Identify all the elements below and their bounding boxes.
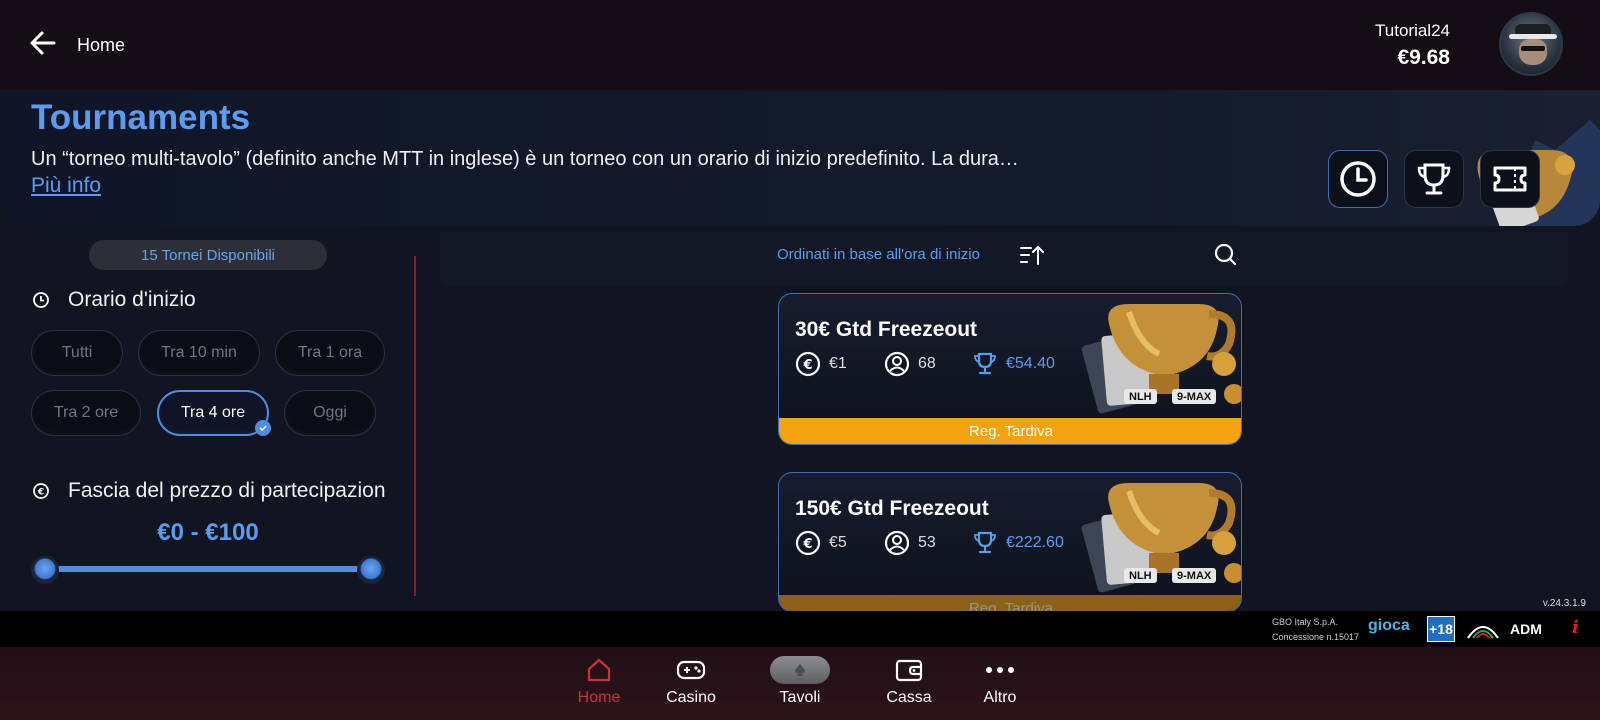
home-icon — [587, 658, 611, 682]
company-name: GBO Italy S.p.A. — [1272, 617, 1339, 627]
panel-divider — [414, 256, 416, 596]
info-icon[interactable]: i — [1572, 617, 1579, 638]
tab-ticket[interactable] — [1480, 150, 1540, 208]
nav-cassa[interactable]: Cassa — [869, 655, 949, 713]
trophy-icon — [1417, 163, 1451, 195]
trophy-icon — [974, 531, 996, 554]
game-type-badge: NLH — [1124, 389, 1157, 404]
tournament-card[interactable]: 150€ Gtd Freezeout € €5 53 €222.60 NLH 9… — [778, 472, 1242, 612]
nav-label: Casino — [666, 689, 716, 706]
euro-coin-icon: € — [795, 530, 821, 556]
age-restriction-logo: +18 — [1427, 616, 1455, 642]
tournament-name: 150€ Gtd Freezeout — [795, 497, 989, 520]
nav-label: Cassa — [886, 689, 932, 706]
filter-chip-oggi[interactable]: Oggi — [284, 390, 376, 436]
clock-icon — [33, 292, 49, 308]
gioca-responsabile-logo[interactable]: gioca — [1368, 617, 1410, 635]
app-version: v.24.3.1.9 — [1542, 598, 1586, 609]
table-size-badge: 9-MAX — [1172, 568, 1217, 583]
nav-home[interactable]: Home — [559, 655, 639, 713]
buyin-stat: € €1 — [795, 350, 847, 378]
gamepad-icon — [676, 660, 706, 680]
price-range-value: €0 - €100 — [157, 519, 259, 546]
clock-icon — [1340, 161, 1376, 197]
back-home-link[interactable]: Home — [77, 35, 125, 56]
nav-tavoli[interactable]: Tavoli — [760, 655, 840, 713]
tournament-name: 30€ Gtd Freezeout — [795, 318, 978, 341]
tournament-card[interactable]: 30€ Gtd Freezeout € €1 68 €54.40 NLH 9-M… — [778, 293, 1242, 445]
adm-logo: ADM — [1510, 621, 1542, 637]
user-icon — [884, 351, 910, 377]
balance: €9.68 — [1397, 46, 1450, 69]
players-value: 68 — [918, 355, 936, 372]
avatar[interactable] — [1499, 12, 1563, 76]
svg-text:€: € — [802, 358, 812, 373]
more-dots-icon — [986, 667, 1014, 673]
prize-value: €54.40 — [1006, 355, 1055, 372]
banner-description: Un “torneo multi-tavolo” (definito anche… — [31, 148, 1019, 170]
filter-chip-tutti[interactable]: Tutti — [31, 330, 123, 376]
svg-text:€: € — [802, 537, 812, 552]
nav-casino[interactable]: Casino — [651, 655, 731, 713]
nav-label: Altro — [983, 689, 1017, 706]
players-stat: 68 — [884, 350, 936, 378]
filter-chip-4-ore[interactable]: Tra 4 ore — [157, 390, 271, 436]
filter-chip-2-ore[interactable]: Tra 2 ore — [31, 390, 141, 436]
wallet-icon — [895, 659, 923, 682]
adm-seal-icon — [1467, 626, 1499, 639]
players-stat: 53 — [884, 529, 936, 557]
back-arrow-icon[interactable] — [28, 28, 58, 58]
price-slider-min-handle[interactable] — [31, 556, 59, 584]
price-slider-max-handle[interactable] — [357, 556, 385, 584]
check-icon — [255, 420, 271, 436]
username: Tutorial24 — [1375, 21, 1450, 40]
late-registration-banner: Reg. Tardiva — [779, 595, 1241, 611]
top-bar — [0, 0, 1600, 90]
tab-trophy[interactable] — [1404, 150, 1464, 208]
nav-altro[interactable]: Altro — [960, 655, 1040, 713]
search-icon[interactable] — [1214, 243, 1238, 267]
sort-bar — [440, 232, 1568, 286]
ticket-icon — [1493, 166, 1527, 192]
price-slider-track[interactable] — [45, 566, 371, 572]
game-type-badge: NLH — [1124, 568, 1157, 583]
more-info-link[interactable]: Più info — [31, 174, 101, 198]
euro-coin-icon: € — [795, 351, 821, 377]
company-info: GBO Italy S.p.A. Concessione n.15017 — [1272, 615, 1359, 645]
buyin-value: €1 — [829, 355, 847, 372]
players-value: 53 — [918, 534, 936, 551]
filter-chip-1-ora[interactable]: Tra 1 ora — [275, 330, 385, 376]
late-registration-banner: Reg. Tardiva — [779, 418, 1241, 444]
euro-icon: € — [33, 483, 49, 499]
available-count-badge: 15 Tornei Disponibili — [89, 240, 327, 270]
regulatory-footer — [0, 611, 1600, 647]
concession-number: Concessione n.15017 — [1272, 632, 1360, 642]
user-icon — [884, 530, 910, 556]
page-title: Tournaments — [31, 98, 251, 137]
prize-stat: €54.40 — [972, 350, 1055, 378]
sort-label[interactable]: Ordinati in base all'ora di inizio — [777, 246, 980, 263]
start-time-title: Orario d'inizio — [68, 288, 196, 311]
tab-clock[interactable] — [1328, 150, 1388, 208]
nav-label: Home — [577, 689, 621, 706]
trophy-icon — [974, 352, 996, 375]
svg-text:€: € — [37, 488, 44, 498]
buyin-value: €5 — [829, 534, 847, 551]
buyin-stat: € €5 — [795, 529, 847, 557]
card-table-icon — [770, 656, 830, 684]
filter-chip-10-min[interactable]: Tra 10 min — [138, 330, 260, 376]
nav-label: Tavoli — [779, 689, 821, 706]
sort-ascending-icon[interactable] — [1020, 244, 1044, 266]
prize-value: €222.60 — [1006, 534, 1064, 551]
filter-chip-label: Tra 4 ore — [180, 404, 246, 421]
price-range-title: Fascia del prezzo di partecipazion — [68, 479, 386, 502]
table-size-badge: 9-MAX — [1172, 389, 1217, 404]
prize-stat: €222.60 — [972, 529, 1064, 557]
